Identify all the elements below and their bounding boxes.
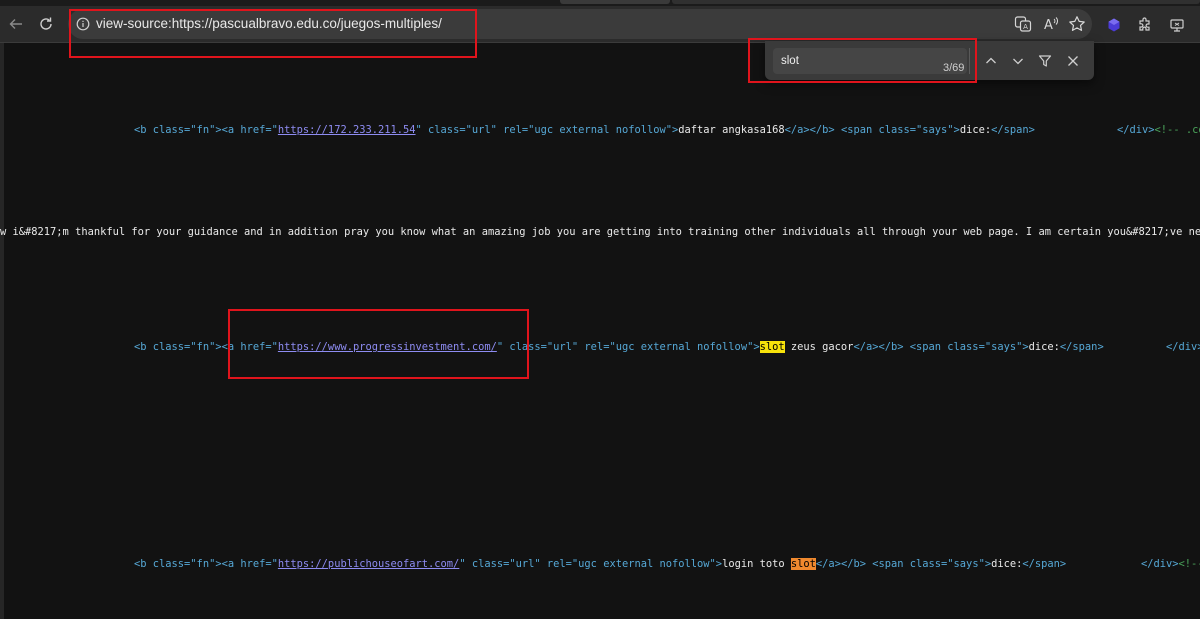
source-link[interactable]: https://172.233.211.54 (278, 124, 416, 136)
close-icon (1066, 54, 1080, 68)
code-fragment: <b class="fn"><a href=" (134, 558, 278, 570)
code-fragment: </div> (1141, 558, 1179, 570)
tab-edge[interactable] (672, 0, 1200, 4)
source-line: w i&#8217;m thankful for your guidance a… (0, 226, 1200, 238)
reload-icon (38, 16, 54, 32)
code-fragment: </span> (1022, 558, 1067, 570)
page-source-view[interactable]: <b class="fn"><a href="https://172.233.2… (0, 43, 1200, 619)
next-match-button[interactable] (1008, 51, 1028, 71)
source-line: <b class="fn"><a href="https://172.233.2… (134, 124, 1035, 136)
read-aloud-icon[interactable]: A (1042, 15, 1060, 33)
puzzle-icon[interactable] (1136, 16, 1154, 34)
previous-match-button[interactable] (981, 51, 1001, 71)
source-line-tail: </div><!-- .co (1117, 124, 1200, 136)
code-comment: <!-- (1178, 558, 1200, 570)
says-text: dice: (991, 558, 1023, 570)
reload-button[interactable] (32, 10, 60, 38)
screenshot-icon[interactable] (1168, 16, 1186, 34)
star-icon[interactable] (1068, 15, 1086, 33)
code-fragment: </div> (1166, 341, 1200, 353)
link-text: daftar angkasa168 (678, 124, 785, 136)
search-match-highlight: slot (759, 341, 785, 353)
code-fragment: </div> (1117, 124, 1155, 136)
chevron-up-icon (984, 54, 998, 68)
find-options-button[interactable] (1035, 51, 1055, 71)
code-fragment: </span> (1059, 341, 1104, 353)
comment-body-text: w i&#8217;m thankful for your guidance a… (0, 226, 1200, 238)
code-fragment: " class="url" rel="ugc external nofollow… (415, 124, 679, 136)
tab-edge[interactable] (560, 0, 670, 4)
annotation-box-link (228, 309, 529, 379)
code-fragment: " class="url" rel="ugc external nofollow… (496, 341, 760, 353)
annotation-box-url (69, 9, 477, 58)
annotation-box-find (748, 38, 977, 83)
current-search-match-highlight: slot (790, 558, 816, 570)
close-find-button[interactable] (1063, 51, 1083, 71)
source-line-tail: </div><!-- (1141, 558, 1200, 570)
source-line: <b class="fn"><a href="https://publichou… (134, 558, 1066, 570)
source-line-tail: </div> (1166, 341, 1200, 353)
chevron-down-icon (1011, 54, 1025, 68)
viewer-left-edge (0, 43, 4, 619)
translate-icon[interactable]: A (1014, 15, 1032, 33)
code-fragment: </a></b> <span class="says"> (853, 341, 1029, 353)
code-fragment: </a></b> <span class="says"> (784, 124, 960, 136)
extension-icon[interactable] (1105, 16, 1123, 34)
code-fragment: </a></b> <span class="says"> (815, 558, 992, 570)
says-text: dice: (959, 124, 992, 136)
back-button[interactable] (2, 10, 30, 38)
svg-text:A: A (1023, 23, 1028, 31)
link-text: login toto (722, 558, 791, 570)
code-fragment: </span> (991, 124, 1035, 136)
back-arrow-icon (8, 16, 24, 32)
filter-icon (1038, 54, 1052, 68)
svg-text:A: A (1044, 18, 1053, 33)
link-text: zeus gacor (784, 341, 854, 353)
code-comment: <!-- .co (1154, 124, 1200, 136)
says-text: dice: (1028, 341, 1060, 353)
code-fragment: " class="url" rel="ugc external nofollow… (459, 558, 723, 570)
source-link[interactable]: https://publichouseofart.com/ (278, 558, 459, 570)
code-fragment: <b class="fn"><a href=" (134, 124, 278, 136)
